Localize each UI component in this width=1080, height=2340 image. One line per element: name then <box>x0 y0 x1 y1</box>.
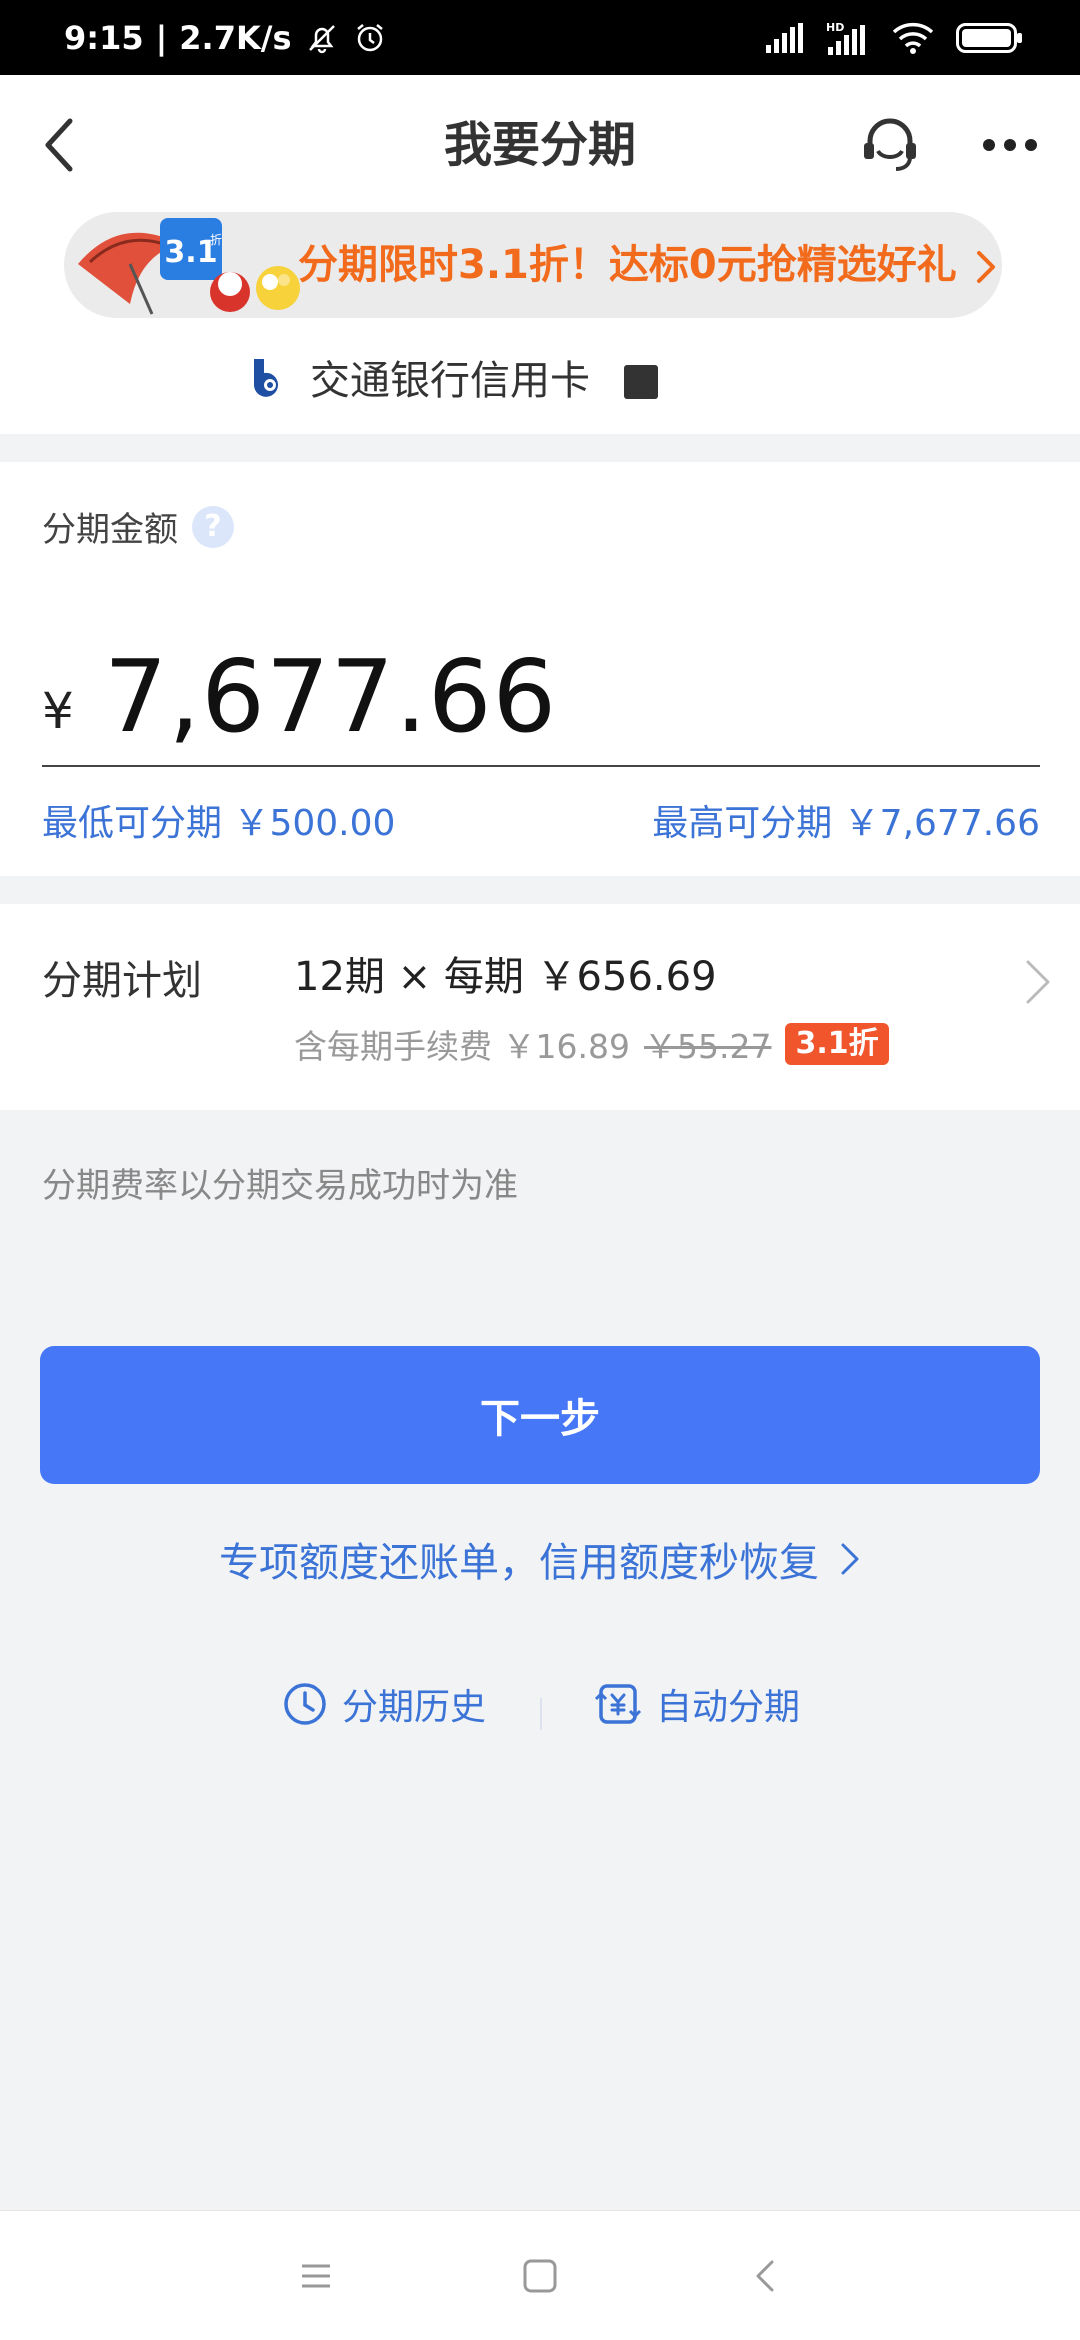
amount-card: 分期金额 ? ¥ 7,677.66 最低可分期 ￥500.00 最高可分期 ￥7… <box>0 462 1080 876</box>
plan-fee-original: ￥55.27 <box>643 1027 772 1066</box>
installment-plan-row[interactable]: 分期计划 12期 × 每期 ￥656.69 含每期手续费 ￥16.89 ￥55.… <box>0 904 1080 1110</box>
status-time: 9:15 <box>64 18 144 57</box>
chevron-left-icon <box>45 118 73 172</box>
app-header: 我要分期 <box>0 75 1080 212</box>
chevron-right-icon <box>841 1543 859 1575</box>
help-icon[interactable]: ? <box>192 505 234 548</box>
min-limit-text: 最低可分期 ￥500.00 <box>42 803 396 844</box>
promo-banner[interactable]: 3.1 折 分期限时3.1折！达标0元抢精选好礼 <box>64 212 1002 318</box>
history-label: 分期历史 <box>342 1687 487 1728</box>
clock-icon <box>284 1683 326 1725</box>
auto-installment-link[interactable]: 自动分期 <box>594 1678 800 1730</box>
headset-icon <box>864 118 916 171</box>
alarm-icon <box>352 20 388 56</box>
chevron-right-icon <box>1026 960 1050 1004</box>
system-nav-bar <box>0 2210 1080 2340</box>
back-button[interactable] <box>40 105 100 185</box>
status-separator: | <box>155 18 168 57</box>
amount-underline <box>42 765 1040 767</box>
battery-icon <box>956 22 1024 53</box>
amount-label: 分期金额 <box>42 510 178 550</box>
dot-icon <box>1025 139 1037 151</box>
bank-card-selector[interactable]: 交通银行信用卡 <box>248 342 658 412</box>
rate-note: 分期费率以分期交易成功时为准 <box>42 1166 518 1206</box>
plan-fee-row: 含每期手续费 ￥16.89 ￥55.27 3.1折 <box>294 1020 889 1068</box>
customer-service-button[interactable] <box>855 105 925 185</box>
status-speed: 2.7K/s <box>179 18 292 57</box>
next-step-button[interactable]: 下一步 <box>40 1346 1040 1484</box>
home-nav-button[interactable] <box>510 2246 570 2306</box>
bank-name: 交通银行信用卡 <box>310 358 590 404</box>
status-bar: 9:15 | 2.7K/s HD <box>0 0 1080 75</box>
bottom-links: 分期历史 自动分期 <box>0 1678 1080 1748</box>
promo-text-label: 分期限时3.1折！达标0元抢精选好礼 <box>298 242 957 288</box>
special-quota-link[interactable]: 专项额度还账单，信用额度秒恢复 <box>0 1530 1080 1588</box>
status-left: 9:15 | 2.7K/s <box>64 19 388 57</box>
top-block: 3.1 折 分期限时3.1折！达标0元抢精选好礼 交通银行信用卡 <box>0 212 1080 434</box>
auto-label: 自动分期 <box>656 1687 801 1728</box>
plan-main: 12期 × 每期 ￥656.69 <box>294 954 717 1000</box>
mute-bell-icon <box>304 20 340 56</box>
status-right: HD <box>764 21 1024 55</box>
back-triangle-icon <box>756 2260 774 2292</box>
back-nav-button[interactable] <box>736 2246 796 2306</box>
max-limit-text: 最高可分期 ￥7,677.66 <box>652 803 1040 844</box>
signal-hd-icon: HD <box>826 21 870 55</box>
wifi-icon <box>892 22 934 54</box>
discount-badge: 3.1折 <box>785 1023 889 1065</box>
home-square-icon <box>523 2259 557 2293</box>
plan-label: 分期计划 <box>42 958 202 1004</box>
more-options-button[interactable] <box>970 105 1050 185</box>
currency-symbol: ¥ <box>42 682 74 740</box>
installment-history-link[interactable]: 分期历史 <box>282 1678 486 1730</box>
amount-input[interactable]: ¥ 7,677.66 <box>42 632 557 762</box>
plan-fee-text: 含每期手续费 ￥16.89 <box>294 1027 630 1066</box>
dot-icon <box>983 139 995 151</box>
amount-value: 7,677.66 <box>103 638 558 755</box>
amount-label-row: 分期金额 ? <box>42 502 234 551</box>
svg-text:HD: HD <box>826 21 844 34</box>
dot-icon <box>1004 139 1016 151</box>
menu-nav-button[interactable] <box>286 2246 346 2306</box>
promo-badge-sub: 折 <box>210 232 222 247</box>
divider <box>540 1698 542 1730</box>
auto-installment-icon <box>594 1684 642 1724</box>
menu-icon <box>302 2264 330 2288</box>
signal-icon <box>764 22 804 53</box>
special-link-label: 专项额度还账单，信用额度秒恢复 <box>219 1540 819 1586</box>
chevron-right-icon <box>976 251 995 283</box>
card-number-mask <box>624 365 658 399</box>
bocom-logo-icon <box>254 359 278 397</box>
promo-text: 分期限时3.1折！达标0元抢精选好礼 <box>298 212 997 318</box>
